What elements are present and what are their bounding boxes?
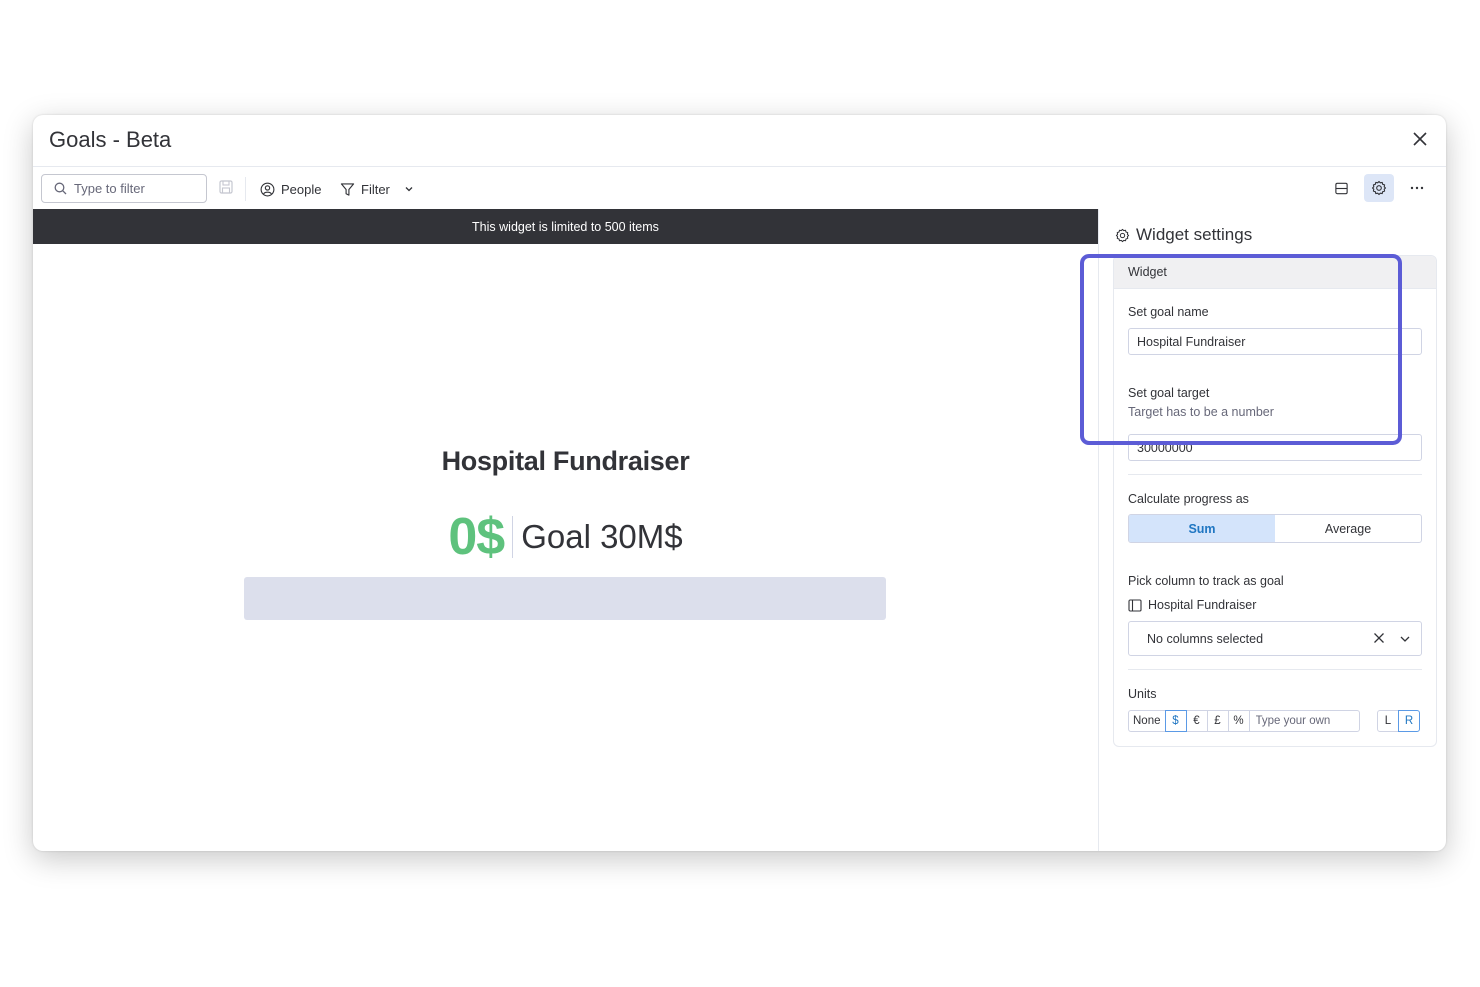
unit-position-right[interactable]: R [1398, 710, 1420, 732]
window-title: Goals - Beta [49, 127, 172, 152]
settings-title: Widget settings [1136, 225, 1253, 244]
more-dots-icon [1410, 186, 1424, 190]
pick-column-label: Pick column to track as goal [1128, 574, 1284, 588]
filter-label: Filter [361, 181, 390, 197]
divider [1128, 669, 1422, 670]
chevron-down-icon [1400, 636, 1410, 642]
unit-dollar[interactable]: $ [1164, 710, 1187, 732]
board-row: Hospital Fundraiser [1128, 598, 1256, 612]
unit-percent[interactable]: % [1227, 710, 1250, 732]
gear-icon [1115, 228, 1130, 242]
people-label: People [281, 181, 322, 197]
unit-position-selector: L R [1377, 710, 1420, 732]
goal-target-label: Set goal target [1128, 386, 1210, 400]
widget-area: This widget is limited to 500 items Hosp… [33, 209, 1098, 851]
calc-progress-label: Calculate progress as [1128, 492, 1249, 506]
filter-icon [340, 182, 355, 196]
toolbar-divider [245, 177, 246, 201]
calc-sum-option[interactable]: Sum [1129, 515, 1275, 542]
units-label: Units [1128, 687, 1157, 701]
close-button[interactable] [1408, 127, 1432, 151]
settings-button[interactable] [1364, 174, 1394, 202]
people-filter-button[interactable]: People [260, 175, 321, 203]
clear-icon[interactable] [1373, 632, 1385, 644]
save-icon[interactable] [218, 179, 234, 195]
goal-current-value: 0$ [448, 508, 505, 566]
board-icon [1128, 598, 1142, 612]
gear-icon [1371, 180, 1387, 196]
title-bar: Goals - Beta [33, 115, 1446, 167]
unit-euro[interactable]: € [1185, 710, 1208, 732]
search-input[interactable] [74, 181, 194, 196]
layout-button[interactable] [1326, 174, 1356, 202]
board-name: Hospital Fundraiser [1148, 598, 1257, 612]
unit-none[interactable]: None [1128, 710, 1166, 732]
custom-unit-input[interactable] [1248, 710, 1360, 732]
goal-separator [512, 516, 514, 558]
goal-progress-bar [244, 577, 886, 620]
toolbar: People Filter [33, 167, 1446, 209]
divider [1128, 474, 1422, 475]
goal-title: Hospital Fundraiser [441, 446, 690, 476]
unit-pound[interactable]: £ [1206, 710, 1229, 732]
goal-values: 0$ Goal 30M$ [33, 507, 1098, 567]
columns-dropdown[interactable]: No columns selected [1128, 621, 1422, 656]
settings-panel: Widget settings Widget Set goal name Hos… [1098, 209, 1446, 851]
toolbar-right-actions [1326, 174, 1432, 202]
goal-target-value: Goal 30M$ [521, 518, 683, 555]
units-selector: None $ € £ % [1128, 710, 1360, 732]
goal-target-hint: Target has to be a number [1128, 405, 1274, 419]
close-icon [1413, 132, 1427, 146]
chevron-down-icon [405, 187, 413, 192]
items-limit-banner: This widget is limited to 500 items [33, 209, 1098, 244]
person-icon [260, 182, 275, 196]
settings-header: Widget settings [1115, 225, 1252, 245]
search-icon [54, 182, 67, 195]
unit-position-left[interactable]: L [1377, 710, 1399, 732]
goal-name-label: Set goal name [1128, 305, 1209, 319]
filter-button[interactable]: Filter [340, 175, 416, 203]
calc-progress-toggle: Sum Average [1128, 514, 1422, 543]
calc-average-option[interactable]: Average [1275, 515, 1421, 542]
goal-target-input[interactable]: 30000000 [1128, 434, 1422, 461]
widget-settings-card: Widget Set goal name Hospital Fundraiser… [1113, 255, 1437, 747]
more-button[interactable] [1402, 174, 1432, 202]
search-box [41, 174, 207, 203]
goals-modal: Goals - Beta People Filter [33, 115, 1446, 851]
layout-icon [1334, 182, 1348, 194]
goal-name-input[interactable]: Hospital Fundraiser [1128, 328, 1422, 355]
columns-value: No columns selected [1147, 631, 1264, 646]
section-header: Widget [1114, 256, 1436, 289]
